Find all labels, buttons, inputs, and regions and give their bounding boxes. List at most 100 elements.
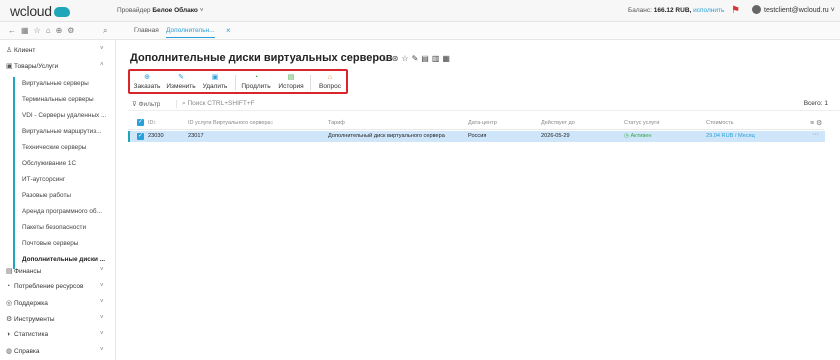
cell-vs-id: 23017 [188, 133, 204, 139]
filter-bar: ⊽ Фильтр ⌕ Поиск CTRL+SHIFT+F Всего: 1 [128, 99, 840, 111]
delete-label: Удалить [202, 83, 228, 90]
toolbar-divider [310, 75, 311, 90]
table-row[interactable]: ✓ 23030 23017 Дополнительный диск виртуа… [128, 131, 825, 142]
settings-icon[interactable]: ⚙ [67, 26, 79, 35]
balance: Баланс: 166.12 RUB, исполнить [628, 7, 724, 14]
sidebar-subitem[interactable]: VDI - Серверы удаленных ... [13, 109, 108, 125]
chevron-down-icon: ˅ [830, 7, 835, 14]
help-icon: ◍ [6, 348, 13, 355]
history-button[interactable]: ▤ История [276, 73, 306, 90]
sidebar-item-tools[interactable]: ⚙ Инструменты [6, 315, 55, 323]
sidebar-item-resources[interactable]: ◔ Потребление ресурсов [6, 283, 83, 290]
balance-value: 166.12 RUB, [653, 7, 692, 14]
cell-datacenter: Россия [468, 133, 487, 139]
column-header-status[interactable]: Статус услуги [624, 120, 659, 126]
sidebar-item-help[interactable]: ◍ Справка [6, 347, 40, 355]
column-settings-icon[interactable]: ≡ ⚙ [810, 119, 822, 127]
chevron-down-icon[interactable]: ˅ [100, 299, 104, 305]
chart-icon: ◑ [6, 331, 11, 338]
column-header-vs-id[interactable]: ID услуги Виртуального сервера↕ [188, 120, 273, 126]
print-icon[interactable]: ▦ [442, 54, 453, 63]
extend-button[interactable]: ◔ Продлить [240, 73, 272, 90]
box-icon: ▣ [6, 63, 13, 70]
chevron-down-icon[interactable]: ˅ [100, 267, 104, 273]
back-icon[interactable]: ← [8, 26, 21, 35]
plus-circle-icon: ⊕ [144, 74, 150, 81]
chevron-down-icon[interactable]: ˅ [100, 331, 104, 337]
sidebar-item-products[interactable]: ▣Товары/Услуги [6, 62, 58, 70]
user-icon: ♙ [6, 47, 13, 54]
star-icon[interactable]: ☆ [34, 26, 46, 35]
sidebar-subitem[interactable]: Терминальные серверы [13, 93, 108, 109]
topup-link[interactable]: исполнить [693, 7, 724, 14]
sidebar-subitem[interactable]: Разовые работы [13, 189, 108, 205]
add-icon[interactable]: ⊕ [56, 26, 68, 35]
select-all-checkbox[interactable]: ✓ [137, 119, 144, 126]
pin-icon[interactable]: ✎ [412, 54, 422, 63]
row-menu-icon[interactable]: ··· [812, 131, 819, 138]
provider-selector[interactable]: Провайдер Белое Облако ˅ [117, 7, 204, 14]
user-email: testclient@wcloud.ru [764, 7, 829, 14]
globe-icon[interactable]: ⊛ [392, 54, 402, 63]
filter-button[interactable]: ⊽ Фильтр [132, 100, 160, 108]
quick-tools: ←▦☆⌂⊕⚙ [8, 26, 79, 35]
clock-icon: ◷ [624, 133, 629, 139]
question-button[interactable]: ⌂ Вопрос [316, 73, 344, 90]
table-header: ✓ ID↕ ID услуги Виртуального сервера↕ Та… [128, 116, 824, 130]
provider-name: Белое Облако [152, 7, 198, 14]
history-icon: ▤ [287, 74, 295, 81]
home-icon[interactable]: ⌂ [46, 26, 56, 35]
chevron-down-icon[interactable]: ˅ [100, 46, 104, 52]
export-icon[interactable]: ▤ [421, 54, 432, 63]
sidebar-item-finance[interactable]: ▤Финансы [6, 267, 41, 275]
user-menu[interactable]: testclient@wcloud.ru ˅ [752, 5, 835, 14]
column-header-tariff[interactable]: Тариф [328, 120, 345, 126]
tab-bar: ←▦☆⌂⊕⚙ ⌕ Главная Дополнительн... × [0, 22, 840, 40]
delete-button[interactable]: ▣ Удалить [201, 73, 229, 90]
column-header-id[interactable]: ID↕ [148, 120, 156, 126]
wcloud-logo[interactable]: wcloud [10, 3, 70, 19]
edit-label: Изменить [166, 83, 196, 90]
title-actions: ↻⊛☆✎▤▥▦ [382, 54, 453, 63]
layout-icon[interactable]: ▦ [21, 26, 34, 35]
search-icon[interactable]: ⌕ [103, 26, 107, 36]
sidebar-subitem[interactable]: Виртуальные маршрутиз... [13, 125, 108, 141]
sidebar-subitem[interactable]: Технические серверы [13, 141, 108, 157]
chevron-down-icon[interactable]: ˅ [100, 283, 104, 289]
order-button[interactable]: ⊕ Заказать [132, 73, 162, 90]
sidebar-subitem[interactable]: Аренда программного об... [13, 205, 108, 221]
excel-icon[interactable]: ▥ [432, 54, 443, 63]
tab-additional-disks[interactable]: Дополнительн... [166, 27, 215, 38]
refresh-icon[interactable]: ↻ [382, 54, 392, 63]
balance-label: Баланс: [628, 7, 652, 14]
sidebar-item-statistics[interactable]: ◑ Статистика [6, 331, 48, 338]
chevron-up-icon[interactable]: ˄ [100, 62, 104, 68]
chevron-down-icon: ˅ [199, 7, 204, 14]
tab-home[interactable]: Главная [134, 27, 159, 34]
sidebar-subitem[interactable]: Пакеты безопасности [13, 221, 108, 237]
row-checkbox[interactable]: ✓ [137, 133, 144, 140]
chevron-down-icon[interactable]: ˅ [100, 315, 104, 321]
action-toolbar: ⊕ Заказать ✎ Изменить ▣ Удалить ◔ Продли… [128, 69, 348, 94]
sidebar-subitem[interactable]: Обслуживание 1С [13, 157, 108, 173]
extend-label: Продлить [241, 83, 271, 90]
refresh-clock-icon: ◔ [253, 74, 259, 81]
sidebar-subitem[interactable]: Виртуальные серверы [13, 77, 108, 93]
edit-button[interactable]: ✎ Изменить [165, 73, 197, 90]
sidebar-item-support[interactable]: ◎ Поддержка [6, 299, 48, 307]
total-count: Всего: 1 [803, 100, 828, 107]
cell-tariff: Дополнительный диск виртуального сервера [328, 133, 445, 139]
gear-icon: ⚙ [6, 316, 13, 323]
star-icon[interactable]: ☆ [401, 54, 411, 63]
sidebar-item-client[interactable]: ♙ Клиент [6, 46, 35, 54]
cell-cost[interactable]: 29.04 RUB / Месяц [706, 133, 755, 139]
close-tab-icon[interactable]: × [226, 26, 231, 35]
notification-bell-icon[interactable]: ⚑ [731, 5, 740, 16]
column-header-expires[interactable]: Действует до [541, 120, 575, 126]
search-input[interactable]: ⌕ Поиск CTRL+SHIFT+F [176, 100, 255, 108]
column-header-datacenter[interactable]: Дата-центр [468, 120, 497, 126]
sidebar-subitem[interactable]: Почтовые серверы [13, 237, 108, 253]
chevron-down-icon[interactable]: ˅ [100, 347, 104, 353]
column-header-cost[interactable]: Стоимость [706, 120, 734, 126]
sidebar-subitem[interactable]: ИТ-аутсорсинг [13, 173, 108, 189]
